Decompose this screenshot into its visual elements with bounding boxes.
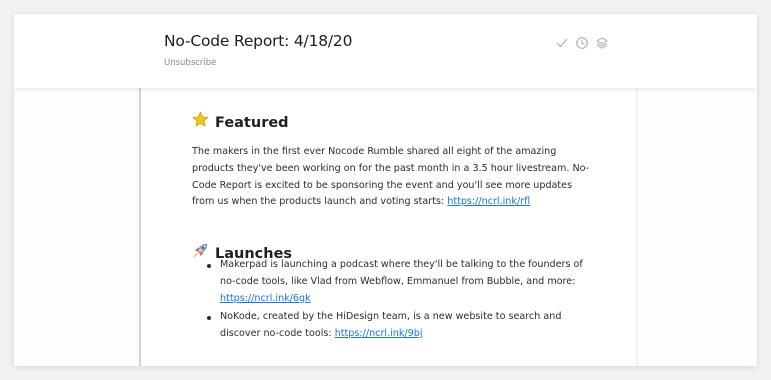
list-item: Makerpad is launching a podcast where th… [192, 257, 592, 307]
launches-list: Makerpad is launching a podcast where th… [192, 257, 592, 345]
clock-icon[interactable] [575, 36, 589, 50]
featured-heading-text: Featured [215, 115, 289, 131]
star-icon [192, 111, 210, 132]
email-subject: No-Code Report: 4/18/20 [164, 32, 353, 50]
email-header: No-Code Report: 4/18/20 Unsubscribe [14, 14, 757, 88]
unsubscribe-link[interactable]: Unsubscribe [164, 58, 216, 68]
layers-icon[interactable] [595, 36, 609, 50]
list-item-text: Makerpad is launching a podcast where th… [220, 259, 583, 287]
bullet [207, 264, 211, 268]
email-viewer-window: No-Code Report: 4/18/20 Unsubscribe Feat… [14, 14, 757, 366]
featured-paragraph: The makers in the first ever Nocode Rumb… [192, 144, 592, 211]
nokode-link[interactable]: https://ncrl.ink/9bj [335, 328, 423, 339]
list-item: NoKode, created by the HiDesign team, is… [192, 309, 592, 343]
check-icon[interactable] [555, 36, 569, 50]
makerpad-link[interactable]: https://ncrl.ink/6gk [220, 293, 311, 304]
bullet [207, 316, 211, 321]
featured-link[interactable]: https://ncrl.ink/rfl [447, 196, 530, 207]
featured-heading: Featured [192, 111, 289, 132]
email-body: Featured The makers in the first ever No… [139, 84, 636, 366]
